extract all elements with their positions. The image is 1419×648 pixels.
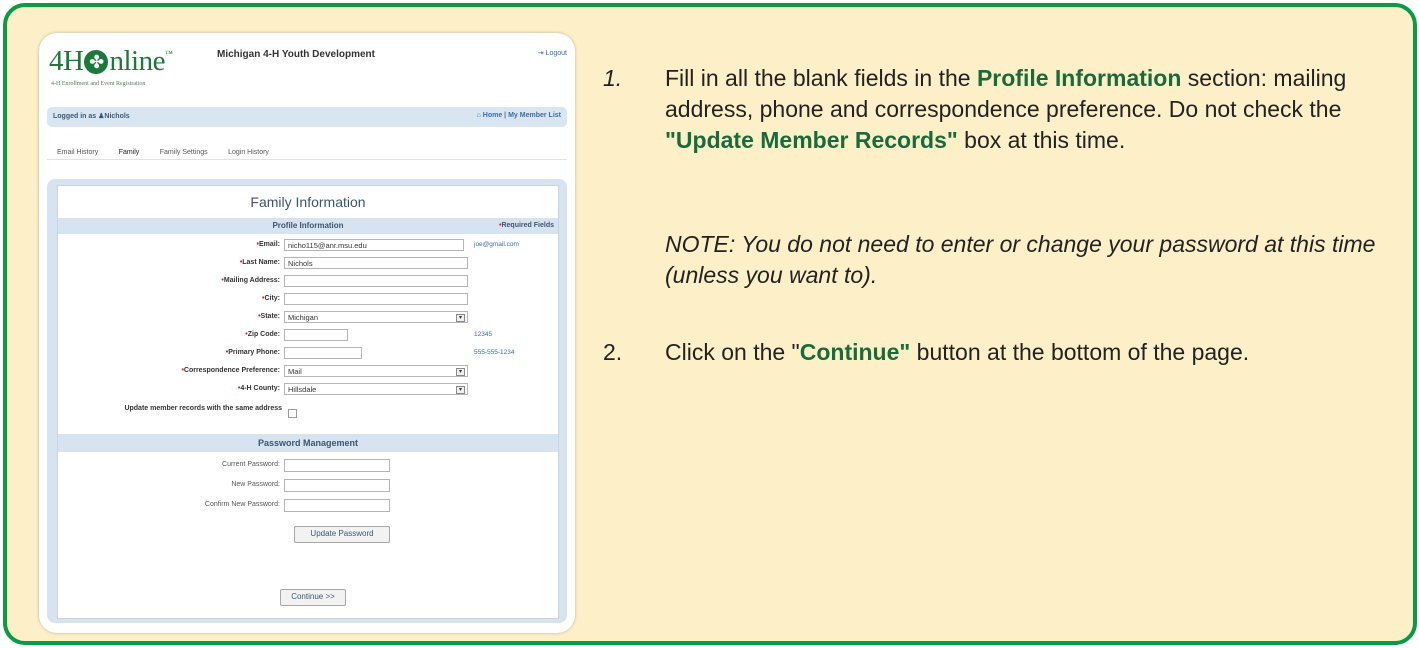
tab-bar: Email History Family Family Settings Log… bbox=[57, 141, 285, 158]
county-row: •4-H County: Hillsdale ▾ bbox=[58, 382, 558, 398]
app-title: Michigan 4-H Youth Development bbox=[217, 49, 375, 60]
email-hint: joe@gmail.com bbox=[474, 241, 519, 248]
new-password-row: New Password: bbox=[58, 478, 558, 494]
logged-in-label: Logged in as ♟Nichols bbox=[53, 113, 130, 120]
chevron-down-icon: ▾ bbox=[456, 368, 465, 376]
user-links: ⌂ Home | My Member List bbox=[476, 112, 561, 119]
update-records-label: Update member records with the same addr… bbox=[124, 405, 282, 412]
new-password-label: New Password: bbox=[231, 481, 280, 488]
city-label: •City: bbox=[261, 295, 280, 302]
chevron-down-icon: ▾ bbox=[456, 386, 465, 394]
update-records-row: Update member records with the same addr… bbox=[58, 402, 558, 424]
profile-information-ref: Profile Information bbox=[976, 65, 1182, 91]
continue-ref: Continue" bbox=[799, 339, 911, 365]
last-name-label: •Last Name: bbox=[239, 259, 280, 266]
phone-field[interactable] bbox=[284, 347, 362, 359]
update-records-checkbox[interactable] bbox=[288, 409, 297, 418]
clover-icon: ✤ bbox=[84, 50, 109, 74]
state-select[interactable]: Michigan ▾ bbox=[284, 311, 468, 323]
zip-field[interactable] bbox=[284, 329, 348, 341]
tab-login-history[interactable]: Login History bbox=[228, 147, 269, 158]
tab-email-history[interactable]: Email History bbox=[57, 147, 98, 158]
screenshot-card: 4H ✤ nline™ 4-H Enrollment and Event Regis… bbox=[39, 33, 575, 633]
step-1-text: Fill in all the blank fields in the Prof… bbox=[665, 65, 1347, 153]
correspondence-row: •Correspondence Preference: Mail ▾ bbox=[58, 364, 558, 380]
phone-hint: 555-555-1234 bbox=[474, 349, 515, 356]
mailing-address-row: •Mailing Address: bbox=[58, 274, 558, 290]
slide-frame: 4H ✤ nline™ 4-H Enrollment and Event Regis… bbox=[3, 3, 1417, 645]
tab-family-settings[interactable]: Family Settings bbox=[160, 147, 208, 158]
city-field[interactable] bbox=[284, 293, 468, 305]
continue-button[interactable]: Continue >> bbox=[280, 589, 346, 606]
confirm-password-field[interactable] bbox=[284, 499, 390, 512]
email-label: •Email: bbox=[256, 241, 280, 248]
step-1-number: 1. bbox=[603, 65, 623, 91]
app-logo: 4H ✤ nline™ bbox=[49, 45, 173, 77]
current-password-row: Current Password: bbox=[58, 458, 558, 474]
user-bar: Logged in as ♟Nichols ⌂ Home | My Member… bbox=[47, 107, 567, 127]
city-row: •City: bbox=[58, 292, 558, 308]
note-text: NOTE: You do not need to enter or change… bbox=[665, 231, 1376, 288]
mailing-address-field[interactable] bbox=[284, 275, 468, 287]
zip-hint: 12345 bbox=[474, 331, 493, 338]
correspondence-select[interactable]: Mail ▾ bbox=[284, 365, 468, 377]
profile-section-header: Profile Information •Required Fields bbox=[58, 218, 558, 234]
new-password-field[interactable] bbox=[284, 479, 390, 492]
state-label: •State: bbox=[258, 313, 280, 320]
password-section-header: Password Management bbox=[58, 434, 558, 452]
tab-divider bbox=[47, 159, 567, 160]
mailing-address-label: •Mailing Address: bbox=[221, 277, 280, 284]
member-list-link[interactable]: My Member List bbox=[508, 112, 561, 119]
home-link[interactable]: Home bbox=[483, 112, 502, 119]
chevron-down-icon: ▾ bbox=[456, 314, 465, 322]
correspondence-label: •Correspondence Preference: bbox=[181, 367, 280, 374]
last-name-field[interactable]: Nichols bbox=[284, 257, 468, 269]
update-member-records-ref: "Update Member Records" bbox=[665, 127, 958, 153]
family-form: Family Information Profile Information •… bbox=[57, 185, 559, 619]
phone-row: •Primary Phone: 555-555-1234 bbox=[58, 346, 558, 362]
state-row: •State: Michigan ▾ bbox=[58, 310, 558, 326]
current-password-label: Current Password: bbox=[222, 461, 280, 468]
email-row: •Email: nicho115@anr.msu.edu joe@gmail.c… bbox=[58, 238, 558, 254]
tab-family[interactable]: Family bbox=[119, 147, 140, 158]
current-password-field[interactable] bbox=[284, 459, 390, 472]
county-label: •4-H County: bbox=[237, 385, 280, 392]
last-name-row: •Last Name: Nichols bbox=[58, 256, 558, 272]
zip-row: •Zip Code: 12345 bbox=[58, 328, 558, 344]
zip-label: •Zip Code: bbox=[245, 331, 280, 338]
county-select[interactable]: Hillsdale ▾ bbox=[284, 383, 468, 395]
logout-link[interactable]: ⇥ Logout bbox=[538, 49, 567, 57]
step-2-number: 2. bbox=[603, 339, 623, 365]
logo-subtitle: 4-H Enrollment and Event Registration bbox=[51, 81, 146, 87]
family-title: Family Information bbox=[250, 194, 366, 210]
logout-icon: ⇥ bbox=[537, 50, 544, 57]
email-field[interactable]: nicho115@anr.msu.edu bbox=[284, 239, 464, 251]
update-password-button[interactable]: Update Password bbox=[294, 526, 390, 543]
step-2-text: Click on the "Continue" button at the bo… bbox=[665, 339, 1250, 365]
phone-label: •Primary Phone: bbox=[225, 349, 280, 356]
confirm-password-row: Confirm New Password: bbox=[58, 498, 558, 514]
confirm-password-label: Confirm New Password: bbox=[204, 501, 280, 508]
home-icon: ⌂ bbox=[476, 112, 481, 119]
required-fields-note: •Required Fields bbox=[499, 222, 554, 229]
